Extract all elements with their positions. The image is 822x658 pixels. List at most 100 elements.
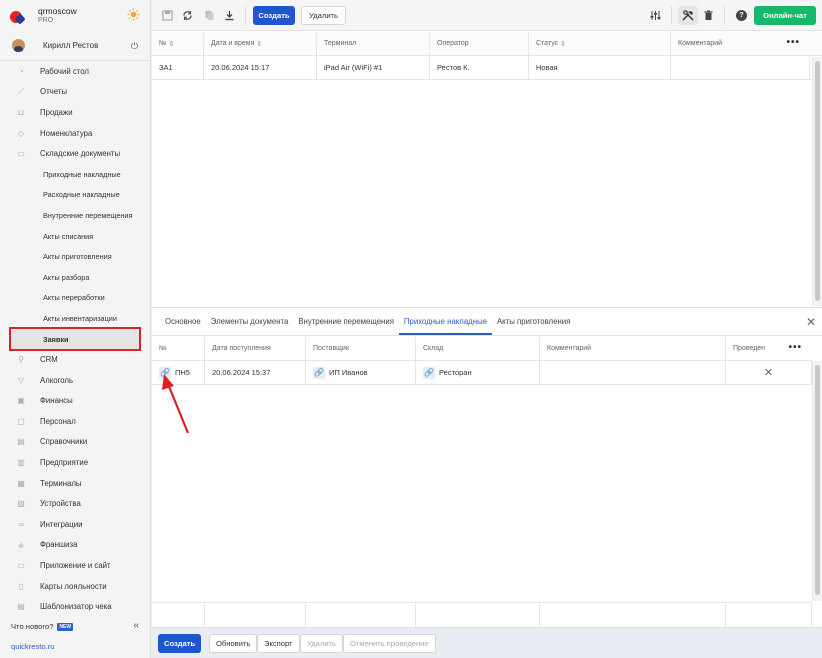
basket-icon: ⊔ [17, 107, 25, 117]
more-options-icon[interactable]: ••• [786, 38, 800, 48]
main-area: Создать Удалить ? Онлайн-чат № ⇕ Дата и … [152, 0, 822, 658]
cell-comment [671, 56, 810, 79]
sidebar-subitem-write-off-acts[interactable]: Акты списания [0, 226, 150, 247]
whats-new-link[interactable]: Что нового? NEW [11, 622, 74, 631]
sidebar-item-alcohol[interactable]: ▽ Алкоголь [0, 370, 150, 391]
cell-supplier: 🔗 ИП Иванов [306, 361, 416, 384]
site-url-link[interactable]: quickresto.ru [11, 642, 54, 651]
tab-internal-transfers[interactable]: Внутренние перемещения [293, 317, 399, 335]
sidebar-subitem-inventory-acts[interactable]: Акты инвентаризации [0, 308, 150, 329]
more-options-icon[interactable]: ••• [788, 343, 802, 353]
save-icon[interactable] [162, 10, 173, 21]
sidebar-item-crm[interactable]: ⚲ CRM [0, 349, 150, 370]
app-icon: ▭ [17, 561, 25, 571]
bottom-action-bar: Создать Обновить Экспорт Удалить Отменит… [152, 627, 822, 658]
delete-bottom-button[interactable]: Удалить [300, 634, 343, 653]
tab-document-items[interactable]: Элементы документа [206, 317, 294, 335]
sidebar-nav: ◔ Рабочий стол ⟋ Отчеты ⊔ Продажи ◇ Номенкла… [0, 61, 150, 617]
supplier-link[interactable]: 🔗 ИП Иванов [313, 366, 368, 379]
sidebar-subitem-incoming-invoices[interactable]: Приходные накладные [0, 164, 150, 185]
download-icon[interactable] [224, 10, 235, 21]
table-row[interactable]: ЗА1 20.06.2024 15:17 iPad Air (WiFi) #1 … [152, 56, 822, 80]
sidebar-item-loyalty-cards[interactable]: ▯ Карты лояльности [0, 576, 150, 597]
theme-toggle-icon[interactable] [127, 8, 140, 21]
sidebar-item-reports[interactable]: ⟋ Отчеты [0, 82, 150, 103]
sidebar-item-devices[interactable]: ▧ Устройства [0, 493, 150, 514]
column-header-comment[interactable]: Комментарий [540, 337, 726, 360]
sidebar-subitem-disassembly-acts[interactable]: Акты разбора [0, 267, 150, 288]
column-header-posted[interactable]: Проведен ••• [726, 337, 812, 360]
sidebar-item-integrations[interactable]: ∞ Интеграции [0, 514, 150, 535]
column-header-operator[interactable]: Оператор [430, 32, 529, 55]
cell-date: 20.06.2024 15:37 [205, 361, 306, 384]
copy-icon[interactable] [204, 10, 215, 21]
logout-power-icon[interactable]: ⏻ [131, 41, 138, 52]
glass-icon: ▽ [17, 375, 25, 385]
cell-operator: Рестов К. [430, 56, 529, 79]
column-header-comment[interactable]: Комментарий ••• [671, 32, 810, 55]
column-header-supplier[interactable]: Поставщик [306, 337, 416, 360]
column-header-number[interactable]: № ⇕ [152, 32, 204, 55]
sidebar-item-terminals[interactable]: ▦ Терминалы [0, 473, 150, 494]
sidebar-item-finance[interactable]: ▣ Финансы [0, 391, 150, 412]
sidebar-item-franchise[interactable]: ⚶ Франшиза [0, 535, 150, 556]
link-icon: ∞ [18, 519, 24, 529]
refresh-icon[interactable] [182, 10, 193, 21]
link-icon: 🔗 [313, 366, 325, 379]
column-header-number[interactable]: № [152, 337, 205, 360]
column-header-datetime[interactable]: Дата и время ⇕ [204, 32, 317, 55]
collapse-sidebar-icon[interactable]: « [133, 620, 139, 631]
tab-incoming-invoices[interactable]: Приходные накладные [398, 317, 492, 335]
help-icon[interactable]: ? [736, 10, 747, 21]
close-panel-icon[interactable]: ✕ [806, 316, 816, 328]
sidebar-item-staff[interactable]: ▢ Персонал [0, 411, 150, 432]
sidebar-item-warehouse-docs[interactable]: ▭ Складские документы [0, 143, 150, 164]
tag-icon: ◇ [17, 128, 25, 138]
warehouse-link[interactable]: 🔗 Ресторан [423, 366, 472, 379]
invoice-link[interactable]: 🔗 ПН5 [159, 366, 190, 379]
online-chat-button[interactable]: Онлайн-чат [754, 6, 816, 25]
sidebar-item-sales[interactable]: ⊔ Продажи [0, 102, 150, 123]
tab-cooking-acts[interactable]: Акты приготовления [492, 317, 575, 335]
column-settings-icon[interactable] [650, 10, 661, 21]
cell-number: ЗА1 [152, 56, 204, 79]
detail-tabs: Основное Элементы документа Внутренние п… [152, 308, 822, 336]
scrollbar-thumb[interactable] [815, 61, 820, 301]
sidebar-item-receipt-template[interactable]: ▤ Шаблонизатор чека [0, 596, 150, 617]
unpost-button[interactable]: Отменить проведение [343, 634, 436, 653]
delete-button[interactable]: Удалить [301, 6, 346, 25]
sidebar-item-nomenclature[interactable]: ◇ Номенклатура [0, 123, 150, 144]
sidebar-item-app-and-site[interactable]: ▭ Приложение и сайт [0, 555, 150, 576]
sidebar-subitem-requests[interactable]: Заявки [9, 326, 141, 352]
refresh-button[interactable]: Обновить [209, 634, 258, 653]
tools-button[interactable] [678, 6, 698, 25]
column-header-warehouse[interactable]: Склад [416, 337, 540, 360]
brand-header[interactable]: qrmoscow PRO [0, 0, 150, 31]
table-vertical-scrollbar[interactable] [812, 57, 822, 306]
sidebar-item-references[interactable]: ▤ Справочники [0, 432, 150, 453]
device-icon: ▧ [17, 499, 25, 509]
sidebar-subitem-cooking-acts[interactable]: Акты приготовления [0, 246, 150, 267]
chart-icon: ⟋ [18, 86, 24, 96]
panel-vertical-scrollbar[interactable] [812, 361, 822, 601]
tab-general[interactable]: Основное [160, 317, 206, 335]
column-header-terminal[interactable]: Терминал [317, 32, 430, 55]
sidebar-item-dashboard[interactable]: ◔ Рабочий стол [0, 61, 150, 82]
sidebar-subitem-internal-transfers[interactable]: Внутренние перемещения [0, 205, 150, 226]
sidebar-subitem-outgoing-invoices[interactable]: Расходные накладные [0, 185, 150, 206]
user-profile[interactable]: Кирилл Рестов ⏻ [0, 31, 150, 61]
create-button[interactable]: Создать [253, 6, 295, 25]
trash-icon[interactable] [703, 10, 714, 21]
column-header-receipt-date[interactable]: Дата поступления [205, 337, 306, 360]
sidebar-item-enterprise[interactable]: ▥ Предприятие [0, 452, 150, 473]
sidebar-subitem-processing-acts[interactable]: Акты переработки [0, 288, 150, 309]
link-icon: 🔗 [159, 366, 171, 379]
table-row[interactable]: 🔗 ПН5 20.06.2024 15:37 🔗 ИП Иванов 🔗 Рестор… [152, 361, 812, 385]
scrollbar-thumb[interactable] [815, 365, 820, 595]
detail-panel: Основное Элементы документа Внутренние п… [152, 307, 822, 629]
building-icon: ▥ [17, 458, 25, 468]
export-button[interactable]: Экспорт [257, 634, 300, 653]
toolbar-separator [724, 6, 725, 25]
create-bottom-button[interactable]: Создать [158, 634, 201, 653]
column-header-status[interactable]: Статус ⇕ [529, 32, 671, 55]
